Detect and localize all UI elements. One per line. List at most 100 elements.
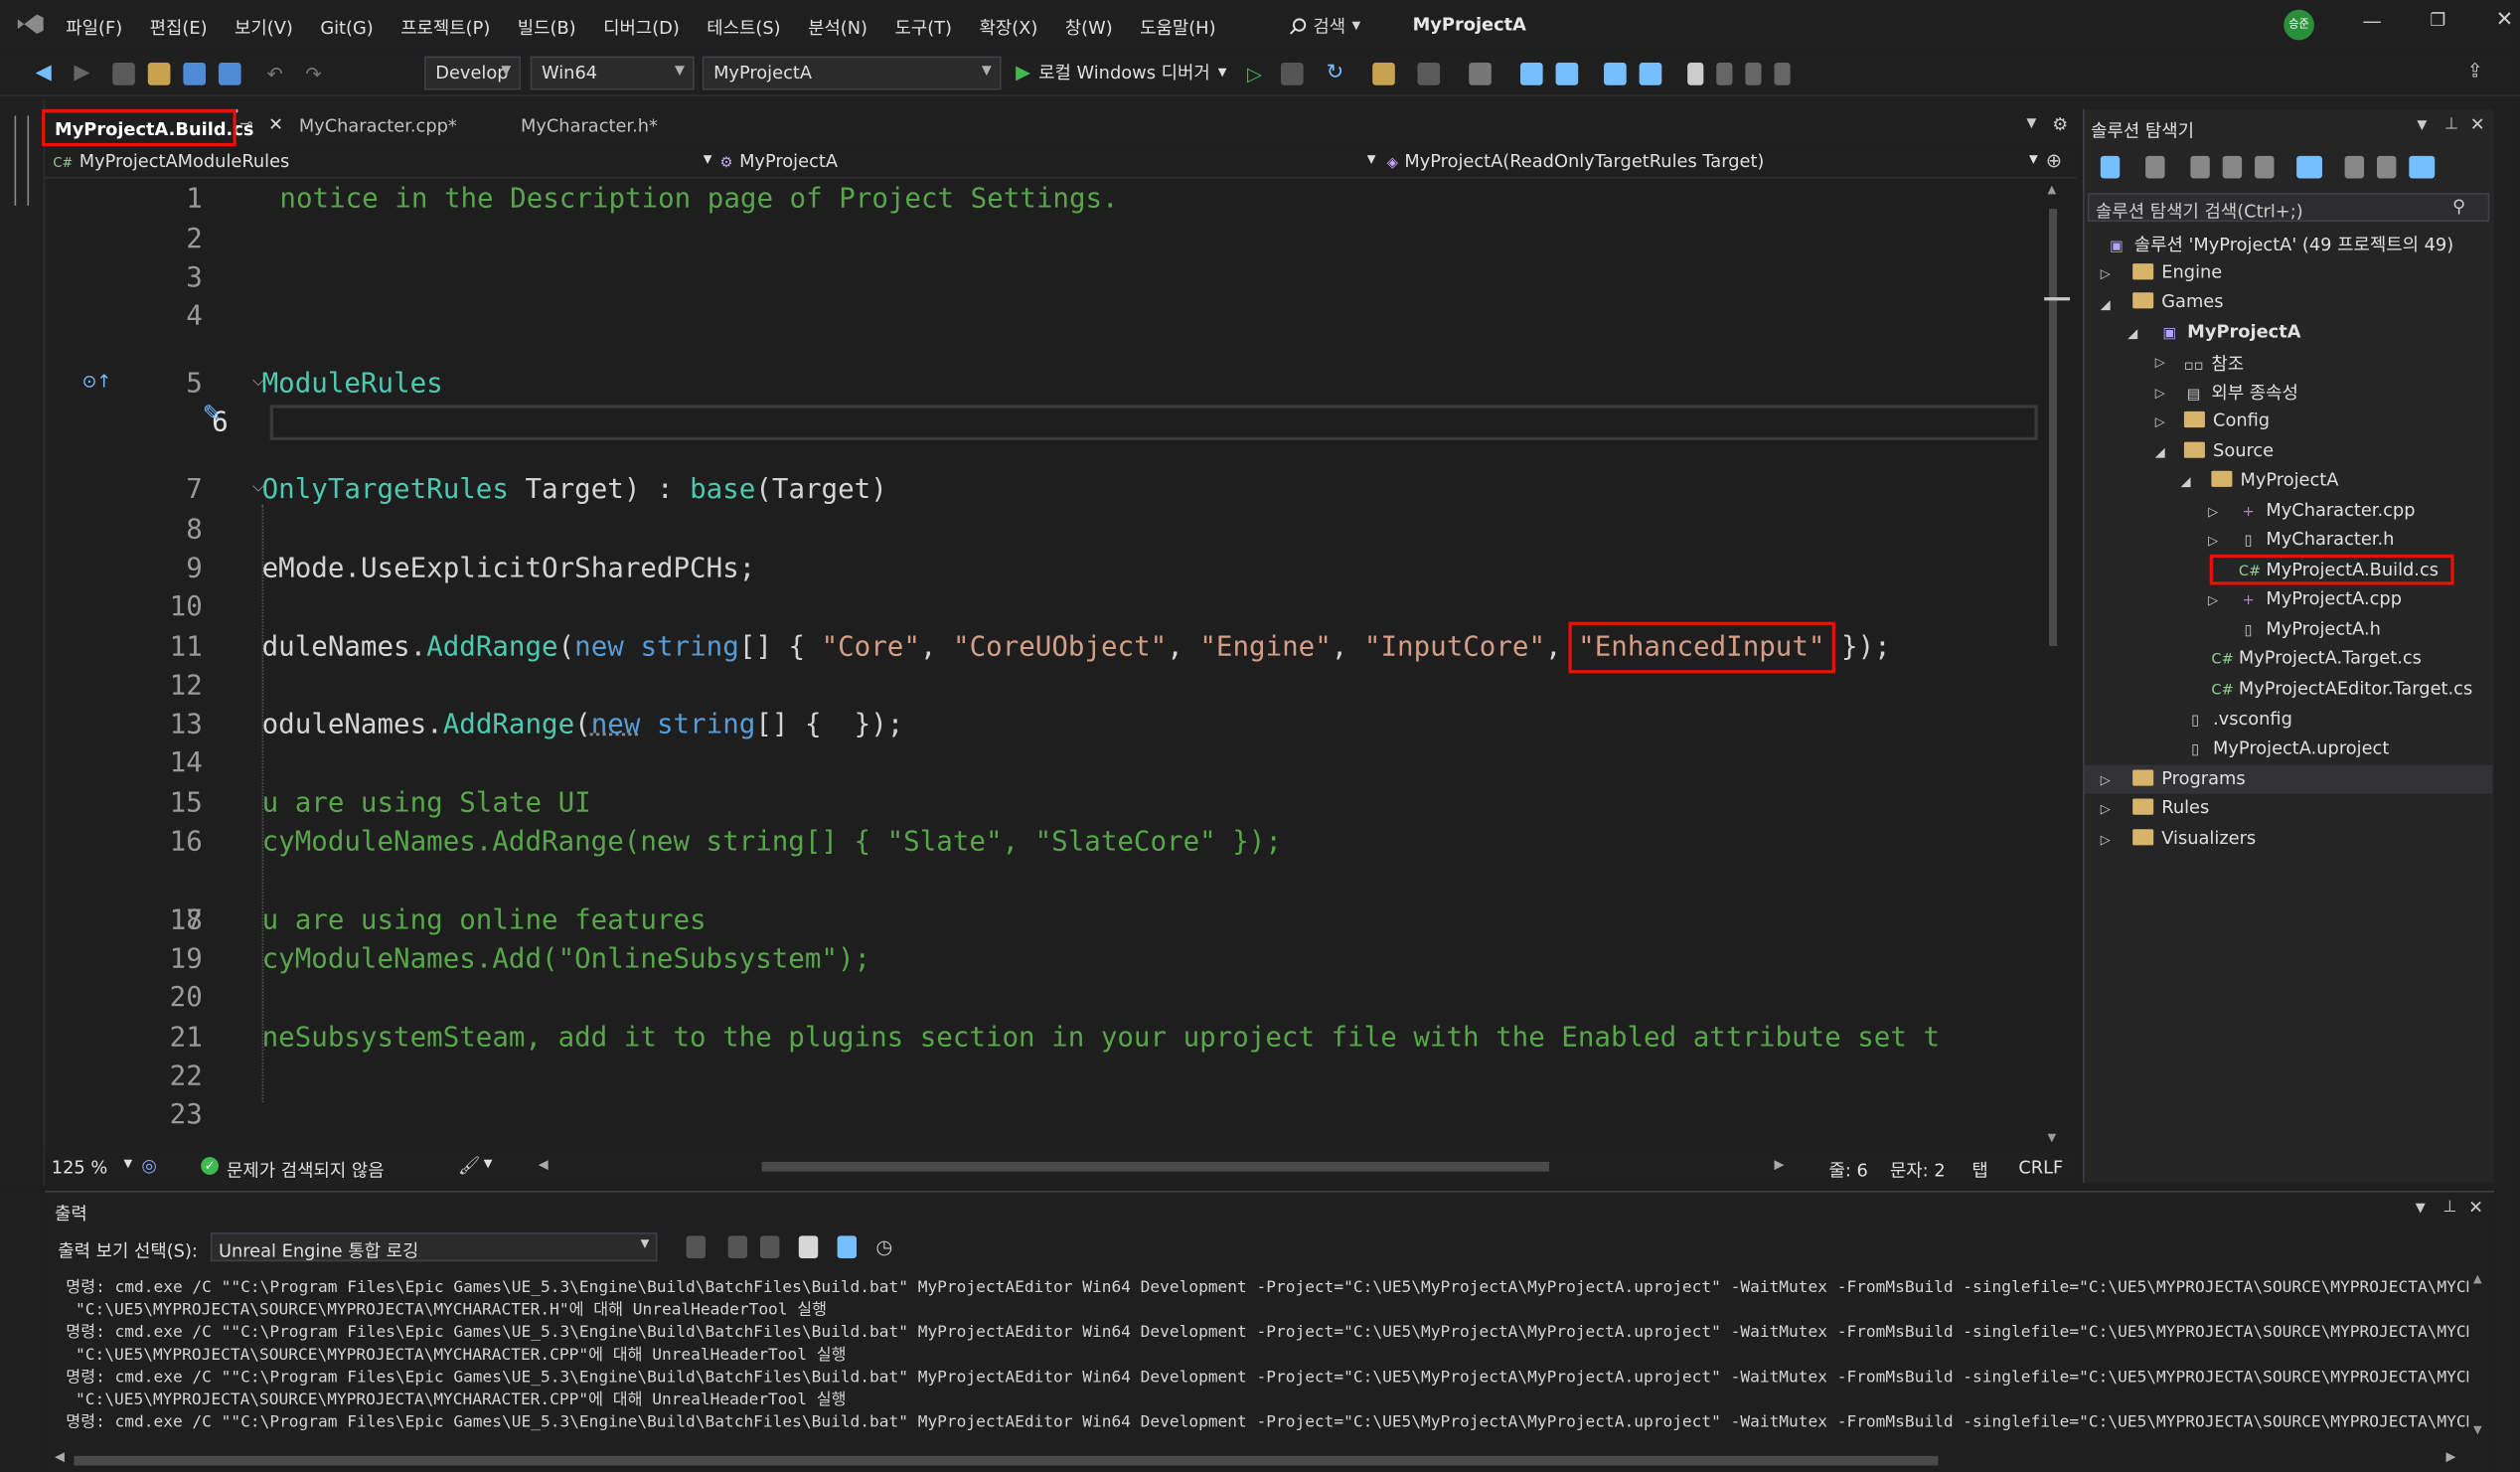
quick-action-icon[interactable]: ✎ [203, 402, 222, 427]
menu-extensions[interactable]: 확장(X) [979, 15, 1037, 41]
scroll-left-icon[interactable]: ◀ [539, 1157, 549, 1172]
scrollbar-thumb[interactable] [2049, 209, 2058, 646]
close-tab-icon[interactable]: ✕ [268, 114, 283, 135]
show-all-files-icon[interactable] [2255, 155, 2275, 179]
chevron-down-icon[interactable]: ▼ [2417, 117, 2427, 132]
step-icon[interactable] [1520, 62, 1543, 84]
tree-source-project-folder[interactable]: MyProjectA [2211, 469, 2338, 490]
tree-visualizers[interactable]: Visualizers [2132, 828, 2256, 849]
pending-changes-icon[interactable] [2190, 155, 2210, 179]
tab-list-dropdown-icon[interactable]: ▼ [2026, 115, 2036, 130]
bookmark-icon[interactable] [1687, 62, 1704, 84]
expand-icon[interactable]: ▷ [2155, 386, 2165, 401]
output-source-dropdown[interactable]: Unreal Engine 통합 로깅 ▼ [210, 1232, 658, 1262]
eol-indicator[interactable]: CRLF [2018, 1157, 2063, 1178]
output-horizontal-scrollbar-thumb[interactable] [74, 1455, 1939, 1466]
tree-external-deps[interactable]: ▤ 외부 종속성 [2184, 380, 2298, 406]
menu-project[interactable]: 프로젝트(P) [400, 15, 490, 41]
search-button[interactable]: 검색 ▼ [1289, 13, 1360, 39]
scroll-right-icon[interactable]: ▶ [2446, 1449, 2456, 1464]
undo-icon[interactable]: ↶ [266, 62, 282, 84]
zoom-level[interactable]: 125 % [52, 1157, 108, 1178]
menu-file[interactable]: 파일(F) [66, 15, 122, 41]
clear-all-icon[interactable] [798, 1235, 819, 1258]
tree-file-mycharacter-h[interactable]: ▯ MyCharacter.h [2239, 529, 2395, 550]
close-window-icon[interactable]: ✕ [2496, 8, 2514, 32]
startup-project-dropdown[interactable]: MyProjectA ▼ [702, 56, 1002, 90]
tree-references[interactable]: ▫▫ 참조 [2184, 350, 2244, 376]
tree-file-target-cs[interactable]: C# MyProjectA.Target.cs [2211, 648, 2422, 669]
tree-solution-root[interactable]: ▣ 솔루션 'MyProjectA' (49 프로젝트의 49) [2107, 232, 2453, 257]
close-panel-icon[interactable]: ✕ [2468, 1198, 2483, 1219]
share-icon[interactable]: ⇪ [2467, 60, 2483, 82]
tree-file-vsconfig[interactable]: ▯ .vsconfig [2186, 709, 2292, 730]
horizontal-scrollbar-thumb[interactable] [761, 1161, 1550, 1172]
avatar[interactable]: 승준 [2284, 9, 2314, 41]
tab-build-cs[interactable]: MyProjectA.Build.cs [45, 108, 253, 145]
forward-icon[interactable]: ▶ [74, 61, 89, 84]
menu-help[interactable]: 도움말(H) [1140, 15, 1215, 41]
browse-icon[interactable] [1372, 62, 1396, 84]
tree-config[interactable]: Config [2183, 409, 2270, 430]
view-code-icon[interactable] [2344, 155, 2365, 179]
copilot-icon[interactable]: ◎ [141, 1155, 157, 1176]
find-message-icon[interactable] [686, 1235, 706, 1258]
tree-rules[interactable]: Rules [2132, 797, 2209, 818]
menu-tools[interactable]: 도구(T) [895, 15, 952, 41]
chevron-down-icon[interactable]: ▼ [2416, 1201, 2426, 1216]
save-all-icon[interactable] [218, 62, 241, 84]
scroll-right-icon[interactable]: ▶ [1774, 1157, 1784, 1172]
outdent-icon[interactable] [1604, 62, 1627, 84]
properties-icon[interactable] [2376, 155, 2397, 179]
code-editor[interactable]: ⊙↑ 1 2 3 4 5 6 ✎ 7 8 9 10 11 12 13 14 15… [48, 180, 2077, 1151]
type-dropdown[interactable]: ⚙ MyProjectA ▼ [720, 151, 1376, 177]
menu-git[interactable]: Git(G) [320, 17, 373, 38]
preview-icon[interactable] [2409, 155, 2436, 179]
start-debugging-button[interactable]: ▶ 로컬 Windows 디버거 ▼ [1016, 60, 1226, 85]
toolbox-tab-icon[interactable] [14, 115, 30, 206]
tree-file-mycharacter-cpp[interactable]: + MyCharacter.cpp [2239, 500, 2415, 521]
solution-search-input[interactable]: 솔루션 탐색기 검색(Ctrl+;) ⚲ [2087, 193, 2490, 223]
clock-icon[interactable]: ◷ [875, 1235, 892, 1258]
restore-icon[interactable]: ❐ [2430, 10, 2445, 31]
expand-icon[interactable]: ▷ [2101, 266, 2111, 281]
expand-icon[interactable]: ▷ [2208, 593, 2218, 608]
tree-file-build-cs[interactable]: C# MyProjectA.Build.cs [2239, 560, 2439, 580]
output-vertical-scrollbar[interactable]: ▲ ▼ [2471, 1273, 2487, 1440]
expand-icon[interactable]: ▷ [2155, 414, 2165, 429]
start-without-debugging-icon[interactable]: ▷ [1247, 62, 1262, 84]
tab-mycharacter-cpp[interactable]: MyCharacter.cpp* [289, 109, 505, 145]
menu-analyze[interactable]: 분석(N) [808, 15, 867, 41]
expand-icon[interactable]: ▷ [2208, 505, 2218, 520]
member-dropdown[interactable]: ◈ MyProjectA(ReadOnlyTargetRules Target) … [1387, 151, 2038, 177]
scope-dropdown[interactable]: C# MyProjectAModuleRules ▼ [53, 151, 711, 177]
expand-icon[interactable]: ▷ [2155, 355, 2165, 370]
tab-mycharacter-h[interactable]: MyCharacter.h* [511, 109, 735, 145]
tree-programs[interactable]: Programs [2132, 768, 2246, 789]
layout-icon[interactable] [1417, 62, 1441, 84]
scroll-down-icon[interactable]: ▼ [2473, 1423, 2482, 1436]
tree-file-uproject[interactable]: ▯ MyProjectA.uproject [2186, 737, 2389, 758]
prev-message-icon[interactable] [727, 1235, 748, 1258]
config-dropdown[interactable]: Develop ▼ [423, 56, 522, 90]
collapse-icon[interactable]: ◢ [2181, 474, 2191, 489]
tree-source[interactable]: Source [2183, 440, 2274, 461]
expand-icon[interactable]: ▷ [2101, 773, 2111, 788]
expand-icon[interactable]: ▷ [2101, 802, 2111, 817]
chevron-down-icon[interactable]: ▼ [484, 1157, 493, 1170]
menu-build[interactable]: 빌드(B) [518, 15, 576, 41]
menu-window[interactable]: 창(W) [1065, 15, 1113, 41]
close-panel-icon[interactable]: ✕ [2470, 114, 2485, 135]
prev-bookmark-icon[interactable] [1716, 62, 1733, 84]
platform-dropdown[interactable]: Win64 ▼ [530, 56, 695, 90]
expand-icon[interactable]: ▷ [2208, 534, 2218, 549]
word-wrap-icon[interactable] [837, 1235, 858, 1258]
pin-icon[interactable]: ⊥ [2442, 1199, 2456, 1217]
scroll-up-icon[interactable]: ▲ [2047, 183, 2056, 196]
menu-debug[interactable]: 디버그(D) [603, 15, 680, 41]
tree-file-editor-target-cs[interactable]: C# MyProjectAEditor.Target.cs [2211, 678, 2472, 699]
next-message-icon[interactable] [759, 1235, 780, 1258]
menu-test[interactable]: 테스트(S) [707, 15, 780, 41]
new-item-icon[interactable] [112, 62, 135, 84]
redo-icon[interactable]: ↷ [305, 62, 321, 84]
